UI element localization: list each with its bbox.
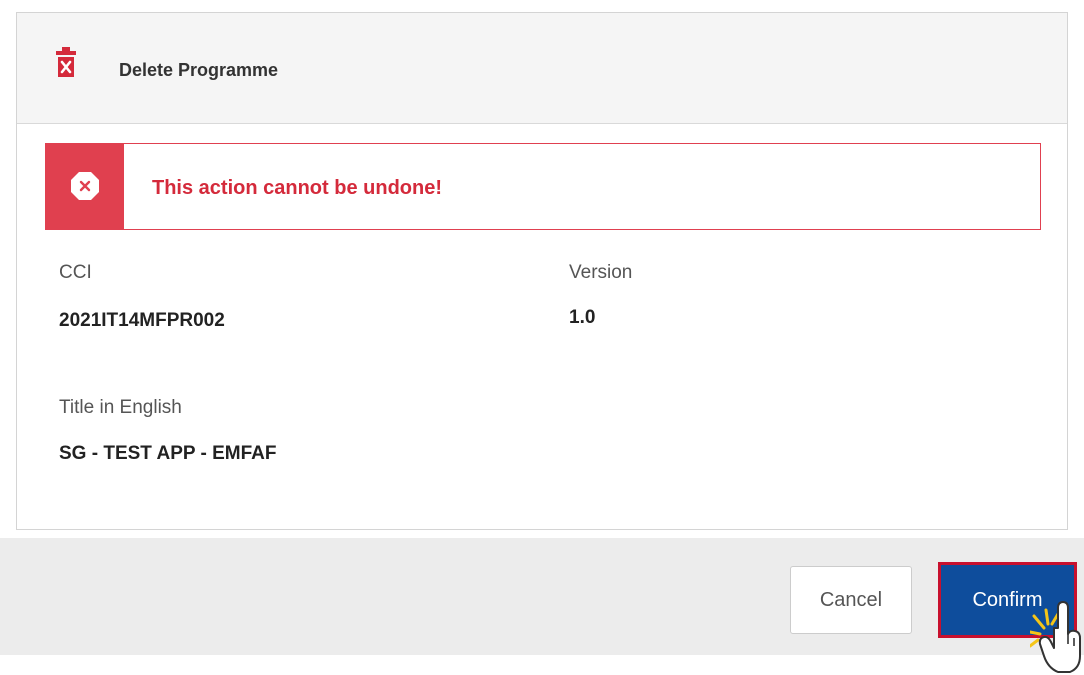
dialog-title: Delete Programme [119, 60, 279, 80]
alert-message: This action cannot be undone! [152, 177, 442, 199]
error-alert: This action cannot be undone! [45, 143, 1041, 230]
dialog-header: Delete Programme [17, 13, 1067, 124]
version-label: Version [569, 262, 633, 283]
cancel-button[interactable]: Cancel [790, 566, 912, 634]
trash-delete-icon [56, 47, 76, 77]
cci-label: CCI [59, 262, 92, 283]
error-x-icon [71, 172, 99, 200]
title-english-label: Title in English [59, 397, 182, 418]
delete-programme-dialog: Delete Programme This action cannot be u… [16, 12, 1068, 530]
cci-value: 2021IT14MFPR002 [59, 310, 225, 331]
hand-pointer-click-icon [1030, 601, 1081, 673]
alert-icon-panel [46, 144, 124, 229]
title-english-value: SG - TEST APP - EMFAF [59, 443, 277, 464]
version-value: 1.0 [569, 307, 596, 328]
dialog-footer [0, 538, 1084, 655]
